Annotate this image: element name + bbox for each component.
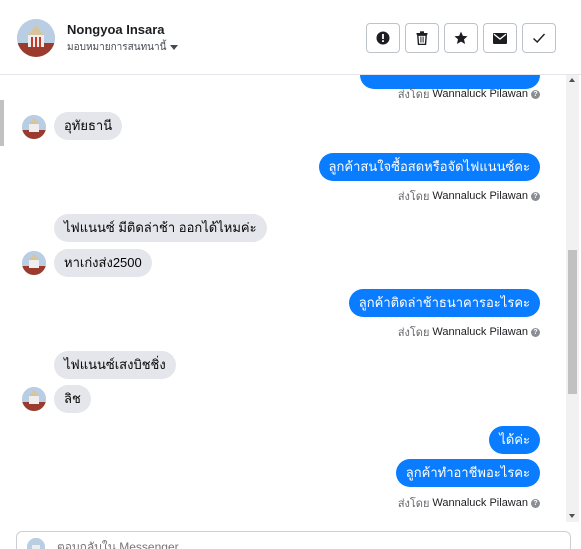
trash-icon	[416, 31, 428, 45]
info-icon[interactable]: ?	[531, 191, 540, 201]
message-bubble-incoming: ไฟแนนซ์ มีติดล่าช้า ออกได้ไหมค่ะ	[54, 214, 267, 242]
sent-by-label: ส่งโดย Wannaluck Pilawan ?	[398, 494, 540, 512]
contact-avatar-small	[22, 387, 46, 411]
page-avatar	[27, 538, 45, 549]
message-bubble-outgoing: ได้ค่ะ	[489, 426, 540, 454]
contact-avatar-small	[22, 251, 46, 275]
contact-name[interactable]: Nongyoa Insara	[67, 22, 165, 37]
star-button[interactable]	[444, 23, 478, 53]
reply-input[interactable]	[57, 538, 537, 549]
assign-conversation-dropdown[interactable]: มอบหมายการสนทนานี้	[67, 40, 179, 55]
scroll-thumb[interactable]	[568, 250, 577, 394]
contact-avatar[interactable]	[17, 19, 55, 57]
contact-avatar-small	[22, 115, 46, 139]
header-actions	[366, 23, 556, 53]
delete-button[interactable]	[405, 23, 439, 53]
reply-composer	[16, 531, 571, 549]
sent-by-label: ส่งโดย Wannaluck Pilawan ?	[398, 187, 540, 205]
message-bubble-outgoing: ลูกค้าติดล่าช้าธนาคารอะไรคะ	[348, 289, 540, 317]
message-bubble-outgoing: ลูกค้าทำอาชีพอะไรคะ	[395, 459, 540, 487]
info-icon[interactable]: ?	[531, 498, 540, 508]
message-bubble-incoming: ลิช	[54, 385, 91, 413]
left-scroll-thumb[interactable]	[0, 100, 4, 146]
info-icon[interactable]: ?	[531, 89, 540, 99]
sent-by-label: ส่งโดย Wannaluck Pilawan ?	[398, 323, 540, 341]
mark-done-button[interactable]	[522, 23, 556, 53]
mark-unread-button[interactable]	[483, 23, 517, 53]
message-bubble-incoming: อุทัยธานี	[54, 112, 123, 140]
message-bubble-incoming: หาเก่งส่ง2500	[54, 249, 152, 277]
thread-scrollbar[interactable]	[566, 75, 579, 522]
scroll-down-arrow-icon[interactable]	[569, 514, 575, 518]
message-bubble-outgoing: ลูกค้าสนใจซื้อสดหรือจัดไฟแนนซ์คะ	[318, 153, 540, 181]
message-thread[interactable]: ส่งโดย Wannaluck Pilawan ? อุทัยธานี ลูก…	[8, 75, 566, 520]
mark-spam-button[interactable]	[366, 23, 400, 53]
sent-by-label: ส่งโดย Wannaluck Pilawan ?	[398, 85, 540, 103]
caret-down-icon	[170, 45, 179, 50]
check-icon	[533, 33, 546, 43]
star-icon	[454, 31, 468, 44]
alert-icon	[376, 31, 390, 45]
scroll-up-arrow-icon[interactable]	[569, 78, 575, 82]
conversation-header: Nongyoa Insara มอบหมายการสนทนานี้	[0, 0, 581, 75]
message-bubble-incoming: ไฟแนนซ์เสงบิชชิ่ง	[54, 351, 176, 379]
info-icon[interactable]: ?	[531, 327, 540, 337]
assign-label: มอบหมายการสนทนานี้	[67, 42, 167, 53]
mail-icon	[493, 32, 507, 44]
